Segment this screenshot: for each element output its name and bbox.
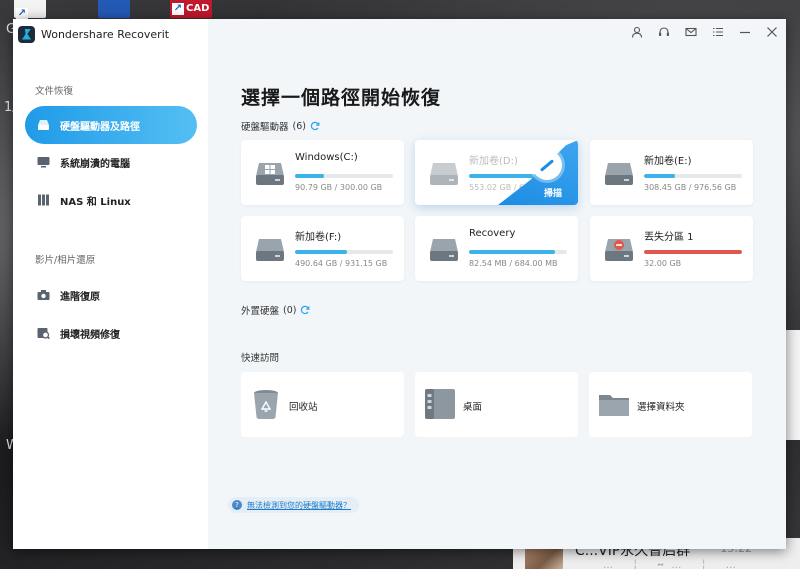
folder-icon xyxy=(599,395,629,416)
hard-drives-header: 硬盤驅動器 (6) xyxy=(241,119,320,133)
close-icon[interactable] xyxy=(765,25,778,38)
quick-access-select-folder[interactable]: 選擇資料夾 xyxy=(589,372,752,437)
drive-usage-fill xyxy=(295,174,325,178)
sidebar-item-label: 損壞視頻修復 xyxy=(60,329,120,341)
chat-subtitle: … ╎ ╍… ╎ … xyxy=(603,560,744,569)
windows-drive-icon xyxy=(256,158,284,186)
drive-size: 308.45 GB / 976.56 GB xyxy=(644,183,737,192)
drive-card[interactable]: 新加卷(F:) 490.64 GB / 931.15 GB xyxy=(241,216,404,281)
drive-size: 490.64 GB / 931.15 GB xyxy=(295,259,388,268)
drive-name: 新加卷(E:) xyxy=(644,156,692,167)
menu-list-icon[interactable] xyxy=(711,25,724,38)
hard-drives-count: (6) xyxy=(292,120,306,132)
hard-disk-icon xyxy=(430,234,458,262)
sidebar-item-hard-drives[interactable]: 硬盤驅動器及路徑 xyxy=(25,106,197,144)
camera-icon xyxy=(37,289,50,301)
recoverit-logo-icon xyxy=(18,25,35,43)
drive-usage-bar xyxy=(469,250,567,254)
cad-shortcut-icon[interactable]: ↗ CAD xyxy=(170,0,212,18)
mail-icon[interactable] xyxy=(684,25,697,38)
recoverit-window: Wondershare Recoverit 文件恢復 硬盤驅動器及路徑 系統崩潰… xyxy=(13,19,786,549)
sidebar-item-label: 系統崩潰的電腦 xyxy=(60,158,130,170)
drive-card[interactable]: Windows(C:) 90.79 GB / 300.00 GB xyxy=(241,140,404,205)
sidebar-item-nas-linux[interactable]: NAS 和 Linux xyxy=(25,181,197,219)
drive-card[interactable]: 新加卷(D:) 553.02 GB / 620 掃描 xyxy=(415,140,578,205)
cannot-detect-drive-link[interactable]: ? 無法檢測到您的硬盤驅動器？ xyxy=(228,497,359,513)
lost-partition-icon xyxy=(605,234,633,262)
drive-usage-fill xyxy=(644,250,742,254)
drive-usage-fill xyxy=(469,250,556,254)
app-title: Wondershare Recoverit xyxy=(41,27,170,41)
account-icon[interactable] xyxy=(630,25,643,38)
drive-name: 丟失分區 1 xyxy=(644,232,694,243)
external-drives-label: 外置硬盤 xyxy=(241,306,280,317)
drive-usage-bar xyxy=(295,250,393,254)
drive-name: Windows(C:) xyxy=(295,152,358,163)
sidebar-item-crashed-computer[interactable]: 系統崩潰的電腦 xyxy=(25,143,197,181)
refresh-icon[interactable] xyxy=(300,305,310,315)
drive-size: 82.54 MB / 684.00 MB xyxy=(469,259,558,268)
drive-size: 90.79 GB / 300.00 GB xyxy=(295,183,383,192)
quick-access-desktop[interactable]: 桌面 xyxy=(415,372,578,437)
support-headset-icon[interactable] xyxy=(657,25,670,38)
hard-disk-icon xyxy=(256,234,284,262)
sidebar-item-label: NAS 和 Linux xyxy=(60,196,131,208)
quick-access-label: 桌面 xyxy=(463,402,483,413)
drive-name: 新加卷(D:) xyxy=(469,156,518,167)
section-label-video-photo: 影片/相片還原 xyxy=(35,255,96,266)
monitor-icon xyxy=(37,156,50,168)
sidebar-item-advanced-recovery[interactable]: 進階復原 xyxy=(25,276,197,314)
desktop-shortcut-icon[interactable] xyxy=(98,0,130,18)
video-repair-icon xyxy=(37,327,50,340)
drive-card[interactable]: 丟失分區 1 32.00 GB xyxy=(590,216,753,281)
drive-usage-fill xyxy=(644,174,676,178)
drive-name: 新加卷(F:) xyxy=(295,232,342,243)
hard-disk-icon xyxy=(430,158,458,186)
brand: Wondershare Recoverit xyxy=(18,25,169,43)
section-label-file-recovery: 文件恢復 xyxy=(35,86,74,97)
minimize-icon[interactable] xyxy=(738,25,751,38)
nas-icon xyxy=(37,194,50,206)
drive-name: Recovery xyxy=(469,228,516,239)
help-link-text: 無法檢測到您的硬盤驅動器？ xyxy=(247,500,351,510)
drive-usage-bar xyxy=(644,174,742,178)
desktop-shortcut-icon[interactable]: ↗ xyxy=(14,0,46,20)
page-title: 選擇一個路徑開始恢復 xyxy=(241,87,442,109)
scan-button[interactable]: 掃描 xyxy=(544,186,562,199)
external-drives-count: (0) xyxy=(283,304,297,316)
drive-size: 32.00 GB xyxy=(644,259,682,268)
sidebar: Wondershare Recoverit 文件恢復 硬盤驅動器及路徑 系統崩潰… xyxy=(13,19,208,549)
quick-access-label: 回收站 xyxy=(289,402,318,413)
drive-usage-bar xyxy=(295,174,393,178)
quick-access-header: 快速訪問 xyxy=(241,350,279,364)
drive-card[interactable]: Recovery 82.54 MB / 684.00 MB xyxy=(415,216,578,281)
drive-usage-bar xyxy=(644,250,742,254)
refresh-icon[interactable] xyxy=(310,121,320,131)
main-panel: 選擇一個路徑開始恢復 硬盤驅動器 (6) Windows(C:) 90.79 GB… xyxy=(208,19,786,549)
quick-access-label: 快速訪問 xyxy=(241,353,280,364)
recycle-bin-icon xyxy=(254,390,278,419)
help-icon: ? xyxy=(232,500,242,510)
scan-icon[interactable] xyxy=(532,150,562,180)
quick-access-recycle-bin[interactable]: 回收站 xyxy=(241,372,404,437)
sidebar-item-label: 進階復原 xyxy=(60,291,100,303)
hard-disk-icon xyxy=(605,158,633,186)
external-drives-header: 外置硬盤 (0) xyxy=(241,303,310,317)
sidebar-item-video-repair[interactable]: 損壞視頻修復 xyxy=(25,314,197,352)
sidebar-item-label: 硬盤驅動器及路徑 xyxy=(60,121,140,133)
titlebar-controls xyxy=(630,25,778,38)
desktop-icon xyxy=(425,389,455,419)
quick-access-label: 選擇資料夾 xyxy=(637,402,685,413)
hard-drives-label: 硬盤驅動器 xyxy=(241,122,289,133)
drive-card[interactable]: 新加卷(E:) 308.45 GB / 976.56 GB xyxy=(590,140,753,205)
hard-drive-icon xyxy=(37,119,50,131)
drive-usage-fill xyxy=(295,250,347,254)
